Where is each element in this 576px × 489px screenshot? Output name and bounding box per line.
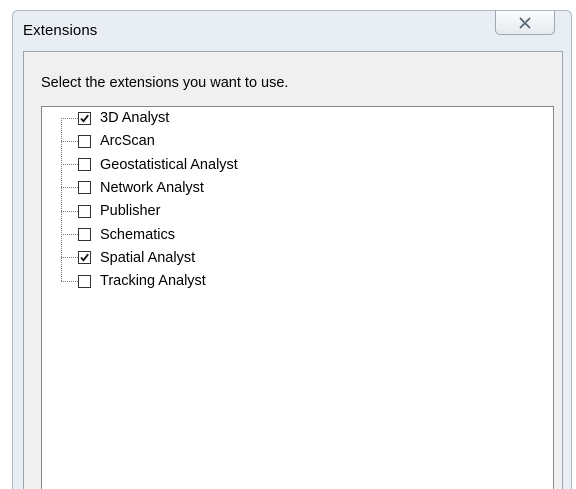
tree-connector [61,140,78,142]
extension-label: Publisher [100,203,161,220]
extension-item[interactable]: Spatial Analyst [61,247,361,269]
extension-label: 3D Analyst [100,110,170,126]
extension-checkbox[interactable] [78,158,91,172]
extension-label: Schematics [100,226,175,243]
extension-item[interactable]: Publisher [61,200,361,222]
tree-connector [61,164,78,166]
extension-checkbox[interactable] [78,134,91,148]
extension-item[interactable]: ArcScan [61,130,361,152]
extension-checkbox[interactable] [78,228,91,241]
extension-label: Network Analyst [100,179,204,196]
extension-checkbox[interactable] [78,274,91,288]
tree-connector [61,280,78,282]
extensions-dialog: Extensions Select the extensions you wan… [12,10,572,489]
extension-checkbox[interactable] [78,204,91,218]
extension-item[interactable]: 3D Analyst [61,107,361,129]
extension-item[interactable]: Schematics [61,224,361,246]
tree-connector [61,187,78,189]
close-icon [519,16,531,29]
extensions-list: 3D Analyst ArcScan Geostatistical Analyst N… [41,106,554,489]
extension-label: Geostatistical Analyst [100,156,238,173]
tree-connector [61,257,78,259]
close-button[interactable] [495,11,555,35]
instruction-text: Select the extensions you want to use. [41,75,289,91]
extension-checkbox[interactable] [78,111,91,125]
window-title: Extensions [23,22,98,39]
extension-item[interactable]: Geostatistical Analyst [61,154,361,176]
tree-connector [61,234,78,235]
tree-connector [61,210,78,212]
tree-connector [61,117,78,119]
extension-label: Spatial Analyst [100,249,196,266]
extension-checkbox[interactable] [78,181,91,195]
extension-item[interactable]: Network Analyst [61,177,361,199]
checkmark-icon [80,253,89,262]
extension-label: Tracking Analyst [100,273,206,290]
extension-checkbox[interactable] [78,251,91,265]
checkmark-icon [80,114,89,123]
title-bar[interactable]: Extensions [13,11,571,51]
extension-label: ArcScan [100,133,155,150]
extension-item[interactable]: Tracking Analyst [61,270,361,292]
dialog-body: Select the extensions you want to use. 3… [23,51,563,489]
